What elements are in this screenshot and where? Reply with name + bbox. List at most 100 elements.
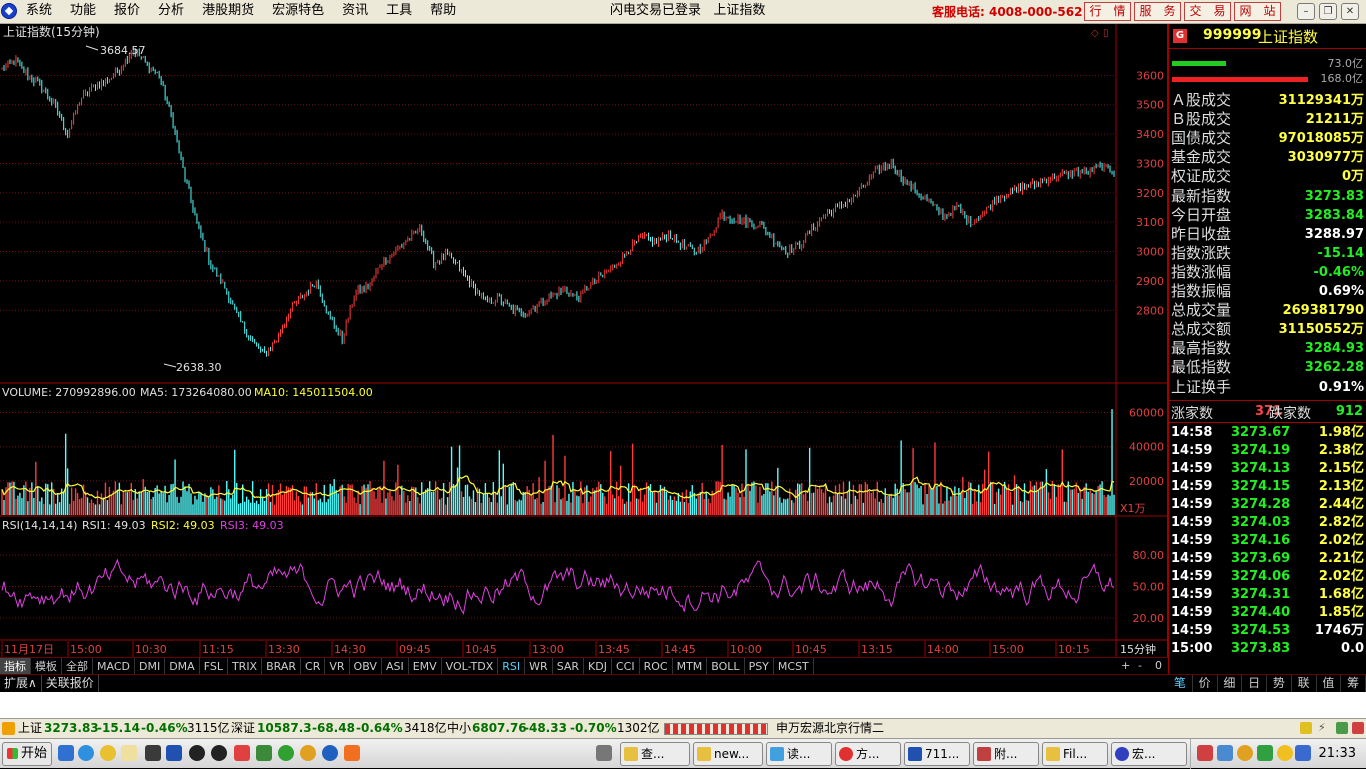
zoom-out-button[interactable]: - [1138, 658, 1142, 674]
task-new[interactable]: new... [693, 742, 763, 766]
ie2-icon[interactable] [278, 745, 294, 761]
indicator-tab[interactable]: VR [325, 658, 350, 675]
zoom-in-button[interactable]: + [1121, 658, 1130, 674]
indicator-tab[interactable]: BOLL [707, 658, 745, 675]
side-tab[interactable]: 笔 [1168, 675, 1193, 692]
task-read[interactable]: 读... [766, 742, 832, 766]
indicator-tab[interactable]: MCST [774, 658, 814, 675]
qq-icon[interactable] [189, 745, 205, 761]
qq2-icon[interactable] [211, 745, 227, 761]
indicator-tab[interactable]: ROC [640, 658, 673, 675]
menu-help[interactable]: 帮助 [430, 0, 456, 24]
service-button[interactable]: 服 务 [1134, 2, 1181, 21]
media-icon[interactable] [145, 745, 161, 761]
volume-tick-label: 20000 [1129, 475, 1164, 488]
alert-icon[interactable] [1300, 722, 1312, 734]
indicator-tab[interactable]: CR [301, 658, 326, 675]
minimize-icon[interactable]: – [1297, 3, 1315, 20]
task-attach[interactable]: 附... [973, 742, 1039, 766]
chart-option-icon[interactable]: ◇ [1091, 28, 1099, 39]
expand-tab[interactable]: 扩展∧ [0, 675, 42, 692]
indicator-tab[interactable]: TRIX [228, 658, 263, 675]
indicator-tab[interactable]: 模板 [31, 658, 62, 675]
menu-analysis[interactable]: 分析 [158, 0, 184, 24]
task-711[interactable]: 711... [904, 742, 970, 766]
task-search[interactable]: 查... [620, 742, 690, 766]
side-tab[interactable]: 日 [1242, 675, 1267, 692]
menu-function[interactable]: 功能 [70, 0, 96, 24]
app-icon[interactable] [344, 745, 360, 761]
browser-icon[interactable] [78, 745, 94, 761]
quote-row: 总成交量 269381790 [1169, 301, 1366, 320]
indicator-tab[interactable]: MTM [673, 658, 708, 675]
close-icon[interactable]: ✕ [1341, 3, 1359, 20]
tray-security-icon[interactable] [1257, 745, 1273, 761]
tray-app-icon[interactable] [1197, 745, 1213, 761]
ie3-icon[interactable] [322, 745, 338, 761]
ie-icon[interactable] [58, 745, 74, 761]
indicator-tab[interactable]: 全部 [62, 658, 93, 675]
excel-icon[interactable] [256, 745, 272, 761]
indicator-tab[interactable]: WR [525, 658, 553, 675]
indicator-tab[interactable]: ASI [382, 658, 409, 675]
side-tab[interactable]: 联 [1292, 675, 1317, 692]
quote-button[interactable]: 行 情 [1084, 2, 1131, 21]
tray-ime-icon[interactable] [1295, 745, 1311, 761]
task-fang[interactable]: 方... [835, 742, 901, 766]
taskbar: 开始 查... new... 读... 方... 711... 附... Fil… [0, 738, 1366, 769]
side-tab[interactable]: 细 [1218, 675, 1243, 692]
side-tab[interactable]: 筹 [1341, 675, 1366, 692]
menu-hk-futures[interactable]: 港股期货 [202, 0, 254, 24]
tray-update-icon[interactable] [1277, 745, 1293, 761]
indicator-tab[interactable]: BRAR [262, 658, 302, 675]
side-tab[interactable]: 势 [1267, 675, 1292, 692]
menu-quote[interactable]: 报价 [114, 0, 140, 24]
chart-area[interactable]: 上证指数(15分钟) 3684.57 2638.30 3600 3500 3400 3… [0, 24, 1168, 676]
tray-sound-icon[interactable] [1237, 745, 1253, 761]
chart-expand-icon[interactable]: ▯ [1103, 28, 1109, 39]
quote-row-value: 3284.93 [1304, 341, 1364, 357]
indicator-tab[interactable]: DMA [165, 658, 200, 675]
keyboard-icon[interactable] [596, 745, 612, 761]
sh-label: 上证 [18, 721, 43, 735]
chrome-icon[interactable] [300, 745, 316, 761]
quote-row-label: Ｂ股成交 [1171, 110, 1232, 129]
indicator-tab[interactable]: KDJ [584, 658, 612, 675]
start-button[interactable]: 开始 [2, 742, 52, 766]
indicator-tab[interactable]: OBV [350, 658, 382, 675]
indicator-tab[interactable]: 指标 [0, 658, 31, 675]
related-quote-tab[interactable]: 关联报价 [42, 675, 99, 692]
indicator-tab[interactable]: DMI [135, 658, 166, 675]
task-hongyuan[interactable]: 宏... [1111, 742, 1187, 766]
website-button[interactable]: 网 站 [1234, 2, 1281, 21]
indicator-tab[interactable]: PSY [745, 658, 774, 675]
tick-row: 14:59 3274.16 2.02亿 [1169, 532, 1366, 550]
menu-system[interactable]: 系统 [26, 0, 52, 24]
indicator-tab[interactable]: SAR [553, 658, 585, 675]
restore-icon[interactable]: ❐ [1319, 3, 1337, 20]
tray-network-icon[interactable] [1217, 745, 1233, 761]
side-tab[interactable]: 值 [1317, 675, 1342, 692]
game-icon[interactable] [234, 745, 250, 761]
index-badge-icon: G [1173, 29, 1187, 43]
zoom-reset-button[interactable]: 0 [1155, 658, 1162, 674]
indicator-tab[interactable]: MACD [93, 658, 135, 675]
tick-price: 3274.16 [1231, 533, 1291, 548]
menu-tools[interactable]: 工具 [386, 0, 412, 24]
indicator-tab[interactable]: EMV [409, 658, 442, 675]
menu-news[interactable]: 资讯 [342, 0, 368, 24]
sh-change: -15.14 [97, 721, 140, 735]
trade-button[interactable]: 交 易 [1184, 2, 1231, 21]
indicator-tab[interactable]: FSL [200, 658, 228, 675]
indicator-tab[interactable]: VOL-TDX [442, 658, 499, 675]
tick-volume: 1746万 [1314, 623, 1364, 638]
indicator-tab[interactable]: RSI [498, 658, 526, 675]
menu-hongyuan[interactable]: 宏源特色 [272, 0, 324, 24]
chart-canvas[interactable]: 上证指数(15分钟) 3684.57 2638.30 3600 3500 3400 3… [0, 24, 1168, 676]
folder-icon[interactable] [121, 745, 137, 761]
task-file[interactable]: Fil... [1042, 742, 1108, 766]
indicator-tab[interactable]: CCI [612, 658, 640, 675]
side-tab[interactable]: 价 [1193, 675, 1218, 692]
smile-icon[interactable] [100, 745, 116, 761]
word-icon[interactable] [166, 745, 182, 761]
